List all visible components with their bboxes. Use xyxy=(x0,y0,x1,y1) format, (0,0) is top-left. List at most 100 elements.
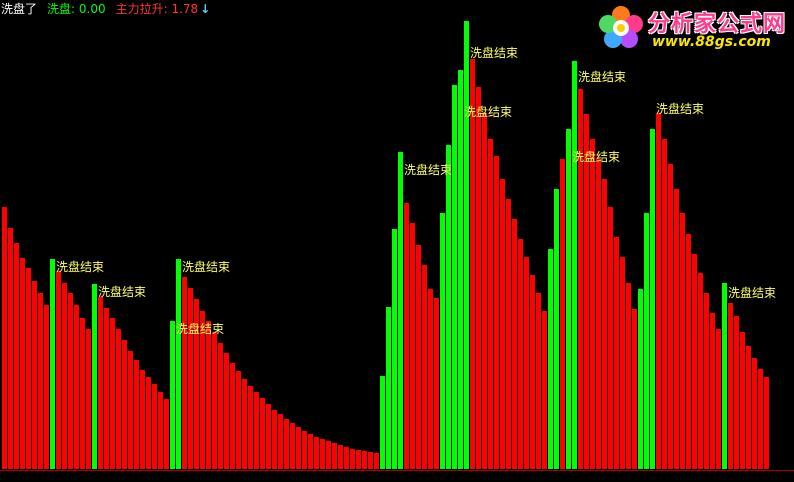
bar-44 xyxy=(266,404,271,469)
bar-36 xyxy=(218,343,223,469)
bar-40 xyxy=(242,379,247,469)
bar-29 xyxy=(176,259,181,469)
bar-119 xyxy=(716,329,721,469)
bar-68 xyxy=(410,223,415,469)
bar-106 xyxy=(638,289,643,469)
bar-47 xyxy=(284,419,289,469)
bar-1 xyxy=(8,228,13,469)
bar-117 xyxy=(704,293,709,469)
bar-20 xyxy=(122,340,127,469)
down-arrow-icon: ↓ xyxy=(200,2,211,16)
bar-124 xyxy=(746,346,751,469)
bar-73 xyxy=(440,213,445,469)
bar-60 xyxy=(362,451,367,469)
bar-78 xyxy=(470,59,475,469)
bar-34 xyxy=(206,321,211,469)
bar-120 xyxy=(722,283,727,469)
bar-76 xyxy=(458,70,463,469)
bar-75 xyxy=(452,85,457,469)
bar-81 xyxy=(488,139,493,469)
bar-8 xyxy=(50,259,55,469)
bar-23 xyxy=(140,370,145,469)
bar-87 xyxy=(524,257,529,469)
wash-end-label-10: 洗盘结束 xyxy=(728,285,776,300)
bar-22 xyxy=(134,360,139,469)
bar-16 xyxy=(98,297,103,469)
bar-45 xyxy=(272,410,277,469)
wash-end-label-4: 洗盘结束 xyxy=(404,162,452,177)
bar-19 xyxy=(116,329,121,469)
bar-100 xyxy=(602,179,607,469)
bar-21 xyxy=(128,351,133,469)
bar-105 xyxy=(632,309,637,469)
bar-65 xyxy=(392,229,397,469)
bar-14 xyxy=(86,329,91,469)
bar-93 xyxy=(560,159,565,469)
bar-51 xyxy=(308,434,313,469)
wash-end-label-3: 洗盘结束 xyxy=(182,259,230,274)
bar-84 xyxy=(506,199,511,469)
bar-4 xyxy=(26,268,31,469)
bar-90 xyxy=(542,311,547,469)
bar-122 xyxy=(734,316,739,469)
wash-value: 洗盘: 0.00 xyxy=(47,2,106,16)
bar-110 xyxy=(662,139,667,469)
site-logo: 分析家公式网 www.88gs.com xyxy=(596,4,786,52)
bar-52 xyxy=(314,437,319,469)
bar-17 xyxy=(104,308,109,469)
bar-49 xyxy=(296,427,301,469)
bar-77 xyxy=(464,21,469,469)
bar-66 xyxy=(398,152,403,469)
bar-35 xyxy=(212,332,217,469)
bar-95 xyxy=(572,61,577,469)
bar-104 xyxy=(626,283,631,469)
logo-url: www.88gs.com xyxy=(652,34,771,50)
bar-79 xyxy=(476,87,481,469)
bar-31 xyxy=(188,288,193,469)
bar-39 xyxy=(236,371,241,469)
bar-9 xyxy=(56,271,61,469)
bar-41 xyxy=(248,386,253,469)
wash-end-label-5: 洗盘结束 xyxy=(470,45,518,60)
bar-115 xyxy=(692,254,697,469)
bar-12 xyxy=(74,305,79,469)
bar-5 xyxy=(32,281,37,469)
bar-25 xyxy=(152,384,157,469)
bar-74 xyxy=(446,145,451,469)
bar-121 xyxy=(728,303,733,469)
bar-59 xyxy=(356,450,361,469)
bar-2 xyxy=(14,243,19,469)
bar-112 xyxy=(674,189,679,469)
bar-107 xyxy=(644,213,649,469)
bar-108 xyxy=(650,129,655,469)
bar-54 xyxy=(326,441,331,469)
bar-38 xyxy=(230,363,235,469)
bar-69 xyxy=(416,245,421,469)
bar-50 xyxy=(302,431,307,469)
bar-43 xyxy=(260,398,265,469)
bar-70 xyxy=(422,265,427,469)
bar-3 xyxy=(20,258,25,469)
bar-83 xyxy=(500,179,505,469)
bar-72 xyxy=(434,298,439,469)
main-rise-value: 主力拉升: 1.78 xyxy=(115,2,199,16)
wash-end-label-8: 洗盘结束 xyxy=(578,69,626,84)
wash-end-label-7: 洗盘结束 xyxy=(572,149,620,164)
bar-86 xyxy=(518,239,523,469)
bar-64 xyxy=(386,307,391,469)
bar-118 xyxy=(710,313,715,469)
bar-98 xyxy=(590,139,595,469)
bar-114 xyxy=(686,234,691,469)
bar-91 xyxy=(548,249,553,469)
bar-71 xyxy=(428,289,433,469)
bar-42 xyxy=(254,392,259,469)
bar-102 xyxy=(614,237,619,469)
bar-97 xyxy=(584,114,589,469)
bar-37 xyxy=(224,353,229,469)
bar-111 xyxy=(668,164,673,469)
bar-116 xyxy=(698,273,703,469)
wash-end-label-6: 洗盘结束 xyxy=(464,104,512,119)
bar-126 xyxy=(758,369,763,469)
bar-53 xyxy=(320,439,325,469)
bar-125 xyxy=(752,358,757,469)
